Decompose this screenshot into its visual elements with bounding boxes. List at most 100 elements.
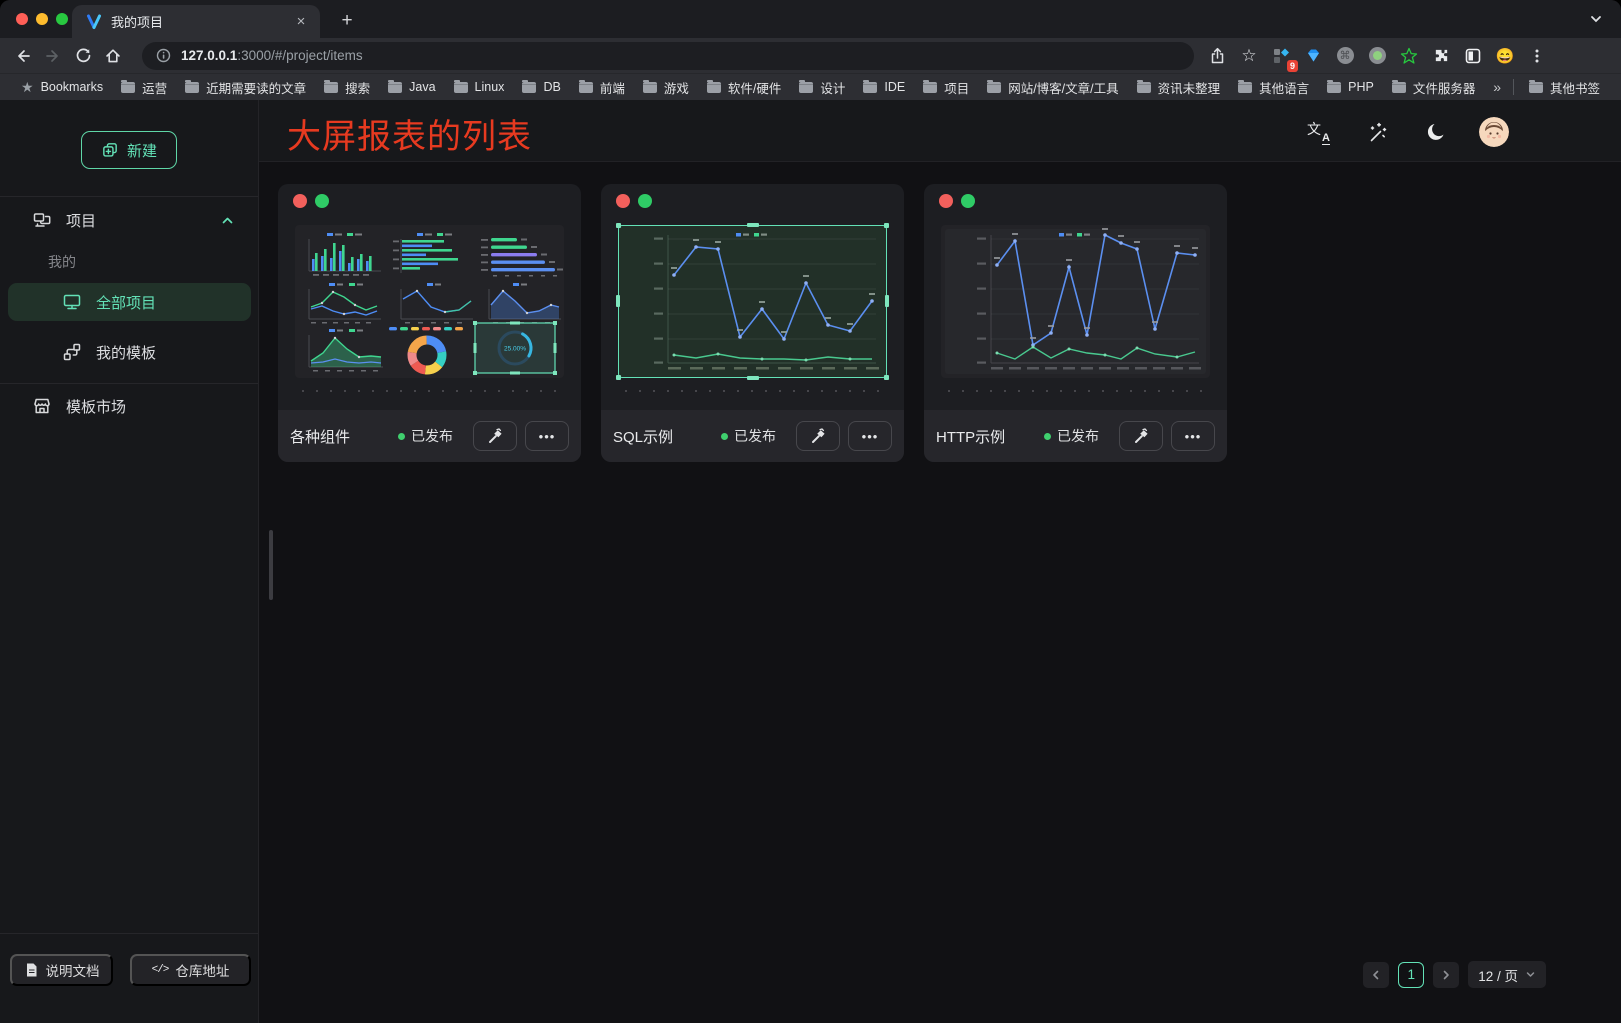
- bookmark-folder[interactable]: 项目: [914, 76, 978, 98]
- chevron-up-icon[interactable]: [220, 213, 235, 228]
- page-size-select[interactable]: 12 / 页: [1468, 961, 1546, 988]
- extension-record-icon[interactable]: [1364, 43, 1390, 69]
- bookmark-folder-label: 运营: [142, 78, 167, 97]
- bookmarks-overflow-chevron[interactable]: »: [1487, 79, 1507, 95]
- tab-search-chevron-icon[interactable]: [1589, 12, 1603, 26]
- bookmark-folder[interactable]: 文件服务器: [1383, 76, 1485, 98]
- docs-button[interactable]: 说明文档: [10, 954, 113, 986]
- extension-star-icon[interactable]: [1396, 43, 1422, 69]
- card-footer: HTTP示例 已发布 •••: [924, 410, 1227, 462]
- project-card[interactable]: SQL示例 已发布 •••: [601, 184, 904, 462]
- selection-handle[interactable]: [747, 376, 759, 380]
- language-toggle-button[interactable]: 文A: [1302, 116, 1334, 148]
- fullscreen-window-button[interactable]: [56, 13, 68, 25]
- edit-project-button[interactable]: [473, 421, 517, 451]
- other-bookmarks-folder[interactable]: 其他书签: [1520, 76, 1609, 98]
- project-thumbnail[interactable]: 25.00%: [295, 225, 564, 378]
- moon-icon: [1425, 121, 1447, 143]
- new-project-button[interactable]: 新建: [81, 131, 177, 169]
- bookmark-folder[interactable]: 软件/硬件: [698, 76, 790, 98]
- emoji-extension-icon[interactable]: 😄: [1492, 43, 1518, 69]
- sidebar-item-all-projects[interactable]: 全部项目: [8, 283, 251, 321]
- url-text[interactable]: 127.0.0.1:3000/#/project/items: [181, 48, 363, 63]
- reload-icon[interactable]: [68, 42, 98, 70]
- bookmarks-manager[interactable]: ★ Bookmarks: [12, 76, 112, 98]
- project-name: HTTP示例: [936, 426, 1044, 447]
- site-info-icon[interactable]: [156, 48, 171, 63]
- bookmark-folder[interactable]: 设计: [790, 76, 854, 98]
- bookmark-folder-label: Linux: [475, 80, 505, 94]
- status-dot: [398, 433, 405, 440]
- scrollbar-thumb[interactable]: [269, 530, 273, 600]
- bookmark-star-icon[interactable]: ☆: [1236, 43, 1262, 69]
- selection-handle[interactable]: [747, 223, 759, 227]
- sidebar-item-my-templates[interactable]: 我的模板: [8, 333, 251, 371]
- more-actions-button[interactable]: •••: [1171, 421, 1215, 451]
- document-icon: [24, 962, 39, 978]
- sidebar-item-label: 全部项目: [96, 292, 156, 313]
- page-number-button[interactable]: 1: [1398, 962, 1424, 988]
- new-tab-button[interactable]: +: [334, 8, 360, 34]
- browser-tab[interactable]: 我的项目 ×: [72, 5, 320, 38]
- bookmark-folder[interactable]: 游戏: [634, 76, 698, 98]
- divider: [0, 383, 258, 384]
- bookmark-folder[interactable]: 资讯未整理: [1128, 76, 1230, 98]
- darkreader-icon[interactable]: [1460, 43, 1486, 69]
- address-bar[interactable]: 127.0.0.1:3000/#/project/items: [142, 42, 1194, 70]
- bookmark-folder[interactable]: 前端: [570, 76, 634, 98]
- bookmark-folder[interactable]: IDE: [854, 76, 914, 98]
- bookmark-folder-label: PHP: [1348, 80, 1374, 94]
- minimize-window-button[interactable]: [36, 13, 48, 25]
- selection-handle[interactable]: [616, 223, 621, 228]
- home-icon[interactable]: [98, 42, 128, 70]
- status-badge: 已发布: [398, 426, 453, 446]
- sidebar-item-template-market[interactable]: 模板市场: [0, 389, 259, 423]
- more-actions-button[interactable]: •••: [525, 421, 569, 451]
- avatar[interactable]: [1479, 117, 1509, 147]
- bookmarks-star-icon: ★: [21, 79, 34, 96]
- pagination: 1 12 / 页: [1363, 961, 1546, 988]
- more-actions-button[interactable]: •••: [848, 421, 892, 451]
- close-window-button[interactable]: [16, 13, 28, 25]
- prev-page-button[interactable]: [1363, 962, 1389, 988]
- bookmark-folder[interactable]: 搜索: [315, 76, 379, 98]
- edit-project-button[interactable]: [796, 421, 840, 451]
- back-icon[interactable]: [8, 42, 38, 70]
- selection-handle[interactable]: [885, 295, 889, 307]
- bookmark-folder[interactable]: PHP: [1318, 76, 1383, 98]
- bookmark-folder[interactable]: Java: [379, 76, 444, 98]
- forward-icon[interactable]: [38, 42, 68, 70]
- sidebar: 新建 项目 我的: [0, 100, 259, 1023]
- next-page-button[interactable]: [1433, 962, 1459, 988]
- more-icon: •••: [1185, 429, 1202, 444]
- sidebar-group-project[interactable]: 项目: [0, 203, 259, 237]
- bookmark-folder[interactable]: 网站/博客/文章/工具: [978, 76, 1127, 98]
- project-card-list: 25.00% 各种组件 已发布: [278, 184, 1227, 462]
- bookmark-folder[interactable]: Linux: [445, 76, 514, 98]
- share-icon[interactable]: [1204, 43, 1230, 69]
- selection-handle[interactable]: [884, 375, 889, 380]
- bookmark-folder[interactable]: DB: [513, 76, 569, 98]
- project-thumbnail[interactable]: [618, 225, 887, 378]
- close-tab-icon[interactable]: ×: [292, 13, 310, 31]
- edit-project-button[interactable]: [1119, 421, 1163, 451]
- project-thumbnail[interactable]: [941, 225, 1210, 378]
- extensions-puzzle-icon[interactable]: [1428, 43, 1454, 69]
- selection-handle[interactable]: [616, 375, 621, 380]
- repo-button[interactable]: </> 仓库地址: [130, 954, 251, 986]
- project-card[interactable]: HTTP示例 已发布 •••: [924, 184, 1227, 462]
- selection-handle[interactable]: [884, 223, 889, 228]
- bookmark-folder[interactable]: 运营: [112, 76, 176, 98]
- chrome-menu-icon[interactable]: [1524, 43, 1550, 69]
- url-path: :3000/#/project/items: [237, 48, 362, 63]
- extension-cmd-icon[interactable]: ⌘: [1332, 43, 1358, 69]
- macos-traffic-lights: [16, 13, 68, 25]
- project-card[interactable]: 25.00% 各种组件 已发布: [278, 184, 581, 462]
- extension-tabs-icon[interactable]: 9: [1268, 43, 1294, 69]
- selection-handle[interactable]: [616, 295, 620, 307]
- extension-gem-icon[interactable]: [1300, 43, 1326, 69]
- bookmark-folder[interactable]: 近期需要读的文章: [176, 76, 315, 98]
- dark-mode-button[interactable]: [1420, 116, 1452, 148]
- magic-wand-button[interactable]: [1361, 116, 1393, 148]
- bookmark-folder[interactable]: 其他语言: [1229, 76, 1318, 98]
